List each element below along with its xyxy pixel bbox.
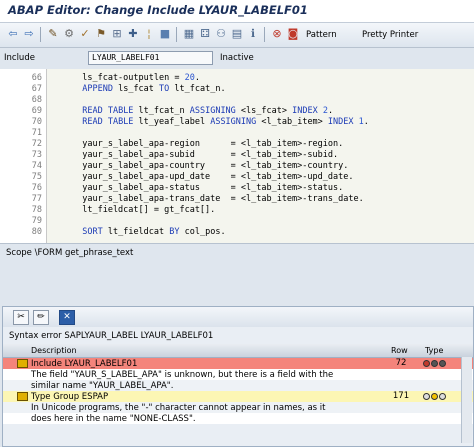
window-title: ABAP Editor: Change Include LYAUR_LABELF… xyxy=(8,3,308,17)
edit-icon[interactable]: ✂ xyxy=(13,310,29,325)
code-line[interactable]: 80 SORT lt_fieldcat BY col_pos. xyxy=(0,226,474,238)
expand-marker-icon[interactable] xyxy=(17,392,28,401)
error-row[interactable]: Include LYAUR_LABELF01 72 xyxy=(3,358,473,369)
toolbar-divider xyxy=(264,27,265,42)
pretty-printer-button[interactable]: Pretty Printer xyxy=(362,30,418,40)
error-panel-scrollbar[interactable] xyxy=(461,357,472,443)
set-breakpoint-icon[interactable]: ◙ xyxy=(286,27,300,41)
code-editor[interactable]: 66 ls_fcat-outputlen = 20. 67 APPEND ls_f… xyxy=(0,69,474,243)
enhancement-icon[interactable]: ▦ xyxy=(182,27,196,41)
column-header-type[interactable]: Type xyxy=(425,346,443,355)
close-icon[interactable]: ✕ xyxy=(59,310,75,325)
activate-icon[interactable]: ⚑ xyxy=(94,27,108,41)
code-text: SORT lt_fieldcat BY col_pos. xyxy=(82,227,226,237)
object-list-icon[interactable]: ¦ xyxy=(142,27,156,41)
syntax-error-text: Syntax error SAPLYAUR_LABEL LYAUR_LABELF… xyxy=(9,331,214,341)
error-traffic-light-icon xyxy=(423,359,447,369)
hierarchy-icon[interactable]: ⚃ xyxy=(198,27,212,41)
tree-icon[interactable]: ⚇ xyxy=(214,27,228,41)
check-icon[interactable]: ✓ xyxy=(78,27,92,41)
breakpoint-icon[interactable]: ⊗ xyxy=(270,27,284,41)
expand-marker-icon[interactable] xyxy=(17,359,28,368)
display-change-icon[interactable]: ✎ xyxy=(46,27,60,41)
back-arrow-icon[interactable]: ⇦ xyxy=(6,27,20,41)
forward-arrow-icon[interactable]: ⇨ xyxy=(22,27,36,41)
test-icon[interactable]: ⊞ xyxy=(110,27,124,41)
scope-text: Scope \FORM get_phrase_text xyxy=(6,248,134,258)
navigation-window-icon[interactable]: ■ xyxy=(158,27,172,41)
error-panel: ✂ ✏ ✕ Syntax error SAPLYAUR_LABEL LYAUR_… xyxy=(2,306,474,447)
error-panel-toolbar: ✂ ✏ ✕ xyxy=(3,307,473,327)
info-icon[interactable]: ℹ xyxy=(246,27,260,41)
error-detail-row[interactable]: similar name "YAUR_LABEL_APA". xyxy=(3,380,473,391)
status-dot-icon xyxy=(431,393,438,400)
status-dot-icon xyxy=(439,360,446,367)
title-bar: ABAP Editor: Change Include LYAUR_LABELF… xyxy=(0,0,474,23)
active-inactive-icon[interactable]: ⚙ xyxy=(62,27,76,41)
application-toolbar: ⇦ ⇨ ✎ ⚙ ✓ ⚑ ⊞ ✚ ¦ ■ ▦ ⚃ ⚇ ▤ ℹ ⊗ ◙ Patter… xyxy=(0,23,474,48)
include-label: Include xyxy=(4,53,35,63)
warning-traffic-light-icon xyxy=(423,392,447,402)
column-header-description[interactable]: Description xyxy=(31,346,77,355)
include-field[interactable]: LYAUR_LABELF01 xyxy=(88,51,213,65)
warning-row[interactable]: Type Group ESPAP 171 xyxy=(3,391,473,402)
column-header-row[interactable]: Row xyxy=(391,346,408,355)
pencil-icon[interactable]: ✏ xyxy=(33,310,49,325)
status-text: Inactive xyxy=(220,53,254,63)
scope-bar: Scope \FORM get_phrase_text xyxy=(0,243,474,264)
include-row: Include LYAUR_LABELF01 Inactive xyxy=(0,48,474,68)
status-dot-icon xyxy=(423,393,430,400)
list-icon[interactable]: ▤ xyxy=(230,27,244,41)
status-dot-icon xyxy=(439,393,446,400)
status-dot-icon xyxy=(431,360,438,367)
where-used-icon[interactable]: ✚ xyxy=(126,27,140,41)
pattern-button[interactable]: Pattern xyxy=(306,30,337,40)
error-detail-row[interactable]: The field "YAUR_S_LABEL_APA" is unknown,… xyxy=(3,369,473,380)
splitter-area xyxy=(0,264,474,306)
error-detail-row[interactable]: does here in the name "NONE-CLASS". xyxy=(3,413,473,424)
status-dot-icon xyxy=(423,360,430,367)
toolbar-divider xyxy=(40,27,41,42)
error-description: does here in the name "NONE-CLASS". xyxy=(31,414,196,424)
toolbar-divider xyxy=(176,27,177,42)
line-number: 80 xyxy=(31,227,42,237)
error-detail-row[interactable]: In Unicode programs, the "-" character c… xyxy=(3,402,473,413)
error-row-number: 171 xyxy=(392,391,410,401)
error-row-number: 72 xyxy=(395,358,407,368)
error-grid-header: Description Row Type xyxy=(3,344,473,358)
